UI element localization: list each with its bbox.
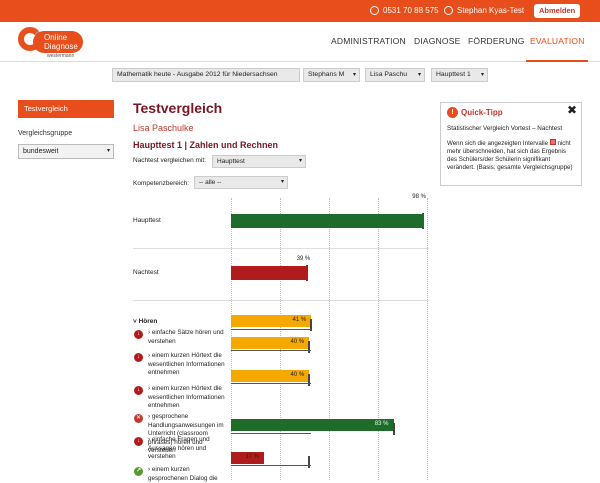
user-icon xyxy=(444,6,453,15)
reference-line xyxy=(231,383,311,384)
logo-brand: westermann xyxy=(47,53,75,59)
reference-line xyxy=(231,465,311,466)
row-label: Haupttest xyxy=(133,217,161,224)
user-info[interactable]: Stephan Kyas-Test xyxy=(444,6,524,15)
phone-number: 0531 70 88 575 xyxy=(383,6,439,15)
interval-marker xyxy=(308,341,311,353)
grid-line xyxy=(378,198,379,480)
item-label: › einem kurzen Hörtext die wesentlichen … xyxy=(148,352,225,376)
competence-value: -- alle -- xyxy=(199,179,222,186)
logo-line2: Diagnose xyxy=(44,42,78,51)
nav-active-indicator xyxy=(526,60,588,62)
compare-label: Nachtest vergleichen mit: xyxy=(133,157,206,164)
item-label: › einem kurzen Hörtext die wesentlichen … xyxy=(148,385,225,409)
chevron-down-icon: ▾ xyxy=(352,72,356,78)
test-title: Haupttest 1 | Zahlen und Rechnen xyxy=(133,140,279,150)
student-name: Lisa Paschulke xyxy=(133,123,194,133)
divider xyxy=(133,300,429,301)
arrow-down-icon: ↓ xyxy=(134,330,143,339)
phone-info: 0531 70 88 575 xyxy=(370,6,439,15)
nav-foerderung[interactable]: FÖRDERUNG xyxy=(468,36,525,46)
comparison-group-value: bundesweit xyxy=(23,148,59,155)
interval-marker xyxy=(392,423,395,435)
top-bar: 0531 70 88 575 Stephan Kyas-Test Abmelde… xyxy=(0,0,600,22)
logo-line1: Online xyxy=(44,33,68,42)
section-label-hoeren: ˅ Hören xyxy=(133,318,158,325)
filter-student-select[interactable]: Lisa Paschu ▾ xyxy=(365,68,425,82)
data-label: 17 % xyxy=(245,454,260,460)
quick-tip-subtitle: Statistischer Vergleich Vortest – Nachte… xyxy=(447,125,563,132)
logo[interactable]: Online Diagnose westermann xyxy=(18,26,86,60)
filter-textbook-select[interactable]: Mathematik heute - Ausgabe 2012 für Nied… xyxy=(112,68,300,82)
info-icon: ! xyxy=(447,107,458,118)
item-label: › einfache Fragen und Aussagen hören und… xyxy=(148,436,210,460)
bar xyxy=(231,214,424,228)
interval-marker xyxy=(308,456,311,468)
data-label: 40 % xyxy=(290,339,305,345)
cross-icon: ✕ xyxy=(134,414,143,423)
nav-evaluation[interactable]: EVALUATION xyxy=(530,36,585,46)
arrow-down-icon: ↓ xyxy=(134,353,143,362)
filter-test-value: Haupttest 1 xyxy=(436,71,471,78)
filter-test-select[interactable]: Haupttest 1 ▾ xyxy=(431,68,488,82)
interval-marker xyxy=(308,374,311,386)
reference-line xyxy=(231,433,311,434)
data-label: 39 % xyxy=(296,256,311,262)
filter-student-value: Lisa Paschu xyxy=(370,71,408,78)
header: Online Diagnose westermann ADMINISTRATIO… xyxy=(0,22,600,62)
interval-marker xyxy=(306,265,309,281)
item-label: › einfache Sätze hören und verstehen xyxy=(148,329,224,345)
quick-tip-text-1: Wenn sich die angezeigten Intervalle xyxy=(447,140,549,147)
bar xyxy=(231,266,308,280)
filter-textbook-value: Mathematik heute - Ausgabe 2012 für Nied… xyxy=(117,71,278,78)
quick-tip-title: Quick-Tipp xyxy=(461,108,503,117)
filter-class-select[interactable]: Stephans M ▾ xyxy=(303,68,360,82)
bar xyxy=(231,419,394,431)
phone-icon xyxy=(370,6,379,15)
user-name[interactable]: Stephan Kyas-Test xyxy=(457,6,524,15)
competence-select[interactable]: -- alle -- ▾ xyxy=(194,176,288,189)
nav-diagnose[interactable]: DIAGNOSE xyxy=(414,36,460,46)
comparison-group-select[interactable]: bundesweit ▾ xyxy=(18,144,114,159)
close-icon[interactable]: ✖ xyxy=(567,103,577,117)
reference-line xyxy=(231,329,311,330)
chevron-down-icon: ▾ xyxy=(298,158,302,164)
grid-line xyxy=(329,198,330,480)
quick-tip-body: Wenn sich die angezeigten Intervalle nic… xyxy=(447,139,575,172)
data-label: 98 % xyxy=(412,194,426,200)
chevron-down-icon: ▾ xyxy=(417,72,421,78)
grid-line xyxy=(427,198,428,480)
competence-label: Kompetenzbereich: xyxy=(133,180,190,187)
chevron-down-icon: ▾ xyxy=(280,179,284,185)
data-label: 40 % xyxy=(290,372,305,378)
page-title: Testvergleich xyxy=(133,100,223,116)
chevron-down-icon: ▾ xyxy=(480,72,484,78)
arrow-down-icon: ↓ xyxy=(134,437,143,446)
logo-text: Online Diagnose xyxy=(33,31,83,53)
sidebar-item-testvergleich[interactable]: Testvergleich xyxy=(18,100,114,118)
data-label: 83 % xyxy=(374,421,389,427)
chevron-down-icon: ▾ xyxy=(106,148,110,154)
row-label: Nachtest xyxy=(133,269,159,276)
compare-select[interactable]: Haupttest ▾ xyxy=(212,155,306,168)
compare-value: Haupttest xyxy=(217,158,245,165)
data-label: 41 % xyxy=(292,317,307,323)
reference-line xyxy=(231,350,311,351)
nav-administration[interactable]: ADMINISTRATION xyxy=(331,36,406,46)
quick-tip-panel: ! Quick-Tipp ✖ Statistischer Vergleich V… xyxy=(440,102,582,186)
comparison-group-label: Vergleichsgruppe xyxy=(18,130,73,137)
item-label: › einem kurzen gesprochenen Dialog die xyxy=(148,466,218,482)
arrow-down-icon: ↓ xyxy=(134,386,143,395)
interval-marker xyxy=(422,213,425,229)
logout-button[interactable]: Abmelden xyxy=(534,4,581,18)
interval-swatch-icon xyxy=(549,139,556,145)
arrow-up-icon: ↗ xyxy=(134,467,143,476)
divider xyxy=(133,248,429,249)
filter-class-value: Stephans M xyxy=(308,71,345,78)
